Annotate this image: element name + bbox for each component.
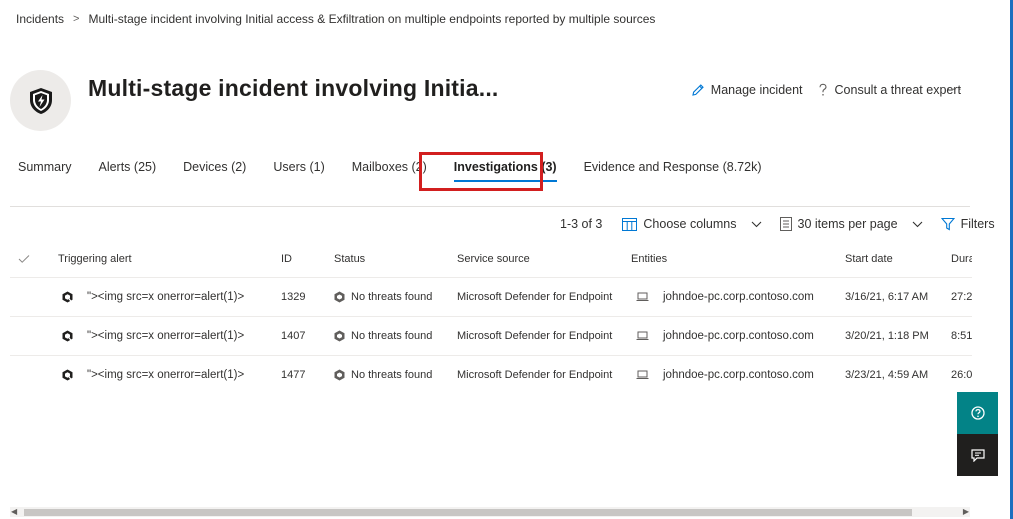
id-cell: 1477: [281, 369, 306, 381]
service-source-cell: Microsoft Defender for Endpoint: [457, 330, 613, 342]
start-date-cell: 3/20/21, 1:18 PM: [845, 330, 929, 342]
column-header-duration[interactable]: Dura: [951, 253, 972, 265]
status-text: No threats found: [351, 330, 433, 342]
laptop-icon: [636, 370, 649, 379]
page-title: Multi-stage incident involving Initia...: [88, 75, 499, 101]
triggering-alert-cell[interactable]: "><img src=x onerror=alert(1)>: [62, 291, 244, 303]
filters-label: Filters: [960, 217, 995, 231]
more-options-icon[interactable]: ···: [946, 80, 963, 96]
chat-icon: [970, 448, 985, 462]
help-button[interactable]: [957, 392, 998, 434]
breadcrumb: Incidents > Multi-stage incident involvi…: [16, 12, 655, 26]
items-per-page-button[interactable]: 30 items per page: [779, 217, 929, 231]
manage-incident-label: Manage incident: [710, 83, 803, 97]
header-actions: Manage incident Consult a threat expert: [677, 83, 961, 97]
column-header-triggering-alert[interactable]: Triggering alert: [58, 253, 132, 265]
start-date-cell: 3/16/21, 6:17 AM: [845, 291, 929, 303]
help-icon: [970, 406, 985, 420]
entities-cell[interactable]: johndoe-pc.corp.contoso.com: [636, 330, 814, 342]
tabs-divider: [10, 206, 970, 207]
tab-evidence-and-response[interactable]: Evidence and Response (8.72k): [584, 160, 762, 182]
scroll-left-icon[interactable]: ◀: [11, 507, 17, 516]
items-per-page-label: 30 items per page: [797, 217, 898, 231]
id-cell: 1407: [281, 330, 306, 342]
scroll-right-icon[interactable]: ▶: [963, 507, 969, 516]
entity-text: johndoe-pc.corp.contoso.com: [663, 330, 814, 342]
feedback-chat-button[interactable]: [957, 434, 998, 476]
entities-cell[interactable]: johndoe-pc.corp.contoso.com: [636, 291, 814, 303]
investigations-table: Triggering alert ID Status Service sourc…: [10, 240, 972, 394]
breadcrumb-current: Multi-stage incident involving Initial a…: [88, 12, 656, 26]
column-header-entities[interactable]: Entities: [631, 253, 667, 265]
laptop-icon: [636, 292, 649, 301]
status-hex-icon: [334, 330, 345, 342]
breadcrumb-incidents-link[interactable]: Incidents: [16, 12, 64, 26]
triggering-alert-cell[interactable]: "><img src=x onerror=alert(1)>: [62, 369, 244, 381]
id-cell: 1329: [281, 291, 306, 303]
checkmark-icon: [18, 254, 30, 263]
table-row[interactable]: "><img src=x onerror=alert(1)> 1477 No t…: [10, 356, 972, 394]
horizontal-scrollbar[interactable]: ◀ ▶: [10, 507, 970, 517]
result-count: 1-3 of 3: [560, 217, 603, 231]
question-icon: [818, 83, 827, 96]
investigation-hex-icon: [62, 369, 73, 381]
choose-columns-button[interactable]: Choose columns: [622, 217, 767, 231]
status-text: No threats found: [351, 291, 433, 303]
entity-text: johndoe-pc.corp.contoso.com: [663, 369, 814, 381]
triggering-alert-text: "><img src=x onerror=alert(1)>: [87, 330, 245, 342]
tab-summary[interactable]: Summary: [18, 160, 71, 182]
consult-threat-expert-button[interactable]: Consult a threat expert: [817, 83, 961, 97]
triggering-alert-cell[interactable]: "><img src=x onerror=alert(1)>: [62, 330, 244, 342]
status-text: No threats found: [351, 369, 433, 381]
service-source-cell: Microsoft Defender for Endpoint: [457, 291, 613, 303]
duration-cell: 26:0: [951, 369, 972, 381]
table-row[interactable]: "><img src=x onerror=alert(1)> 1329 No t…: [10, 278, 972, 317]
service-source-cell: Microsoft Defender for Endpoint: [457, 369, 613, 381]
investigation-hex-icon: [62, 330, 73, 342]
status-cell: No threats found: [334, 291, 432, 303]
select-all-checkbox[interactable]: [18, 254, 30, 263]
table-row[interactable]: "><img src=x onerror=alert(1)> 1407 No t…: [10, 317, 972, 356]
chevron-down-icon: [912, 221, 922, 227]
tab-mailboxes[interactable]: Mailboxes (2): [352, 160, 427, 182]
tab-alerts[interactable]: Alerts (25): [98, 160, 156, 182]
status-hex-icon: [334, 369, 345, 381]
column-header-status[interactable]: Status: [334, 253, 365, 265]
status-cell: No threats found: [334, 330, 432, 342]
entity-text: johndoe-pc.corp.contoso.com: [663, 291, 814, 303]
chevron-down-icon: [751, 221, 761, 227]
pencil-icon: [692, 84, 704, 96]
duration-cell: 8:51: [951, 330, 972, 342]
status-hex-icon: [334, 291, 345, 303]
investigations-tab-highlight: [419, 152, 543, 191]
entities-cell[interactable]: johndoe-pc.corp.contoso.com: [636, 369, 814, 381]
manage-incident-button[interactable]: Manage incident: [691, 83, 803, 97]
table-header-row: Triggering alert ID Status Service sourc…: [10, 240, 972, 278]
column-header-service-source[interactable]: Service source: [457, 253, 530, 265]
breadcrumb-chevron-icon: >: [73, 13, 80, 25]
scrollbar-thumb[interactable]: [24, 509, 912, 516]
status-cell: No threats found: [334, 369, 432, 381]
list-icon: [779, 217, 792, 231]
tab-users[interactable]: Users (1): [273, 160, 324, 182]
table-toolbar: 1-3 of 3 Choose columns 30 items per pag…: [560, 217, 1007, 231]
column-header-id[interactable]: ID: [281, 253, 292, 265]
duration-cell: 27:2: [951, 291, 972, 303]
column-header-start-date[interactable]: Start date: [845, 253, 893, 265]
incident-avatar: [10, 70, 71, 131]
columns-icon: [622, 217, 638, 231]
filters-button[interactable]: Filters: [940, 217, 995, 231]
investigation-hex-icon: [62, 291, 73, 303]
triggering-alert-text: "><img src=x onerror=alert(1)>: [87, 291, 245, 303]
choose-columns-label: Choose columns: [643, 217, 737, 231]
triggering-alert-text: "><img src=x onerror=alert(1)>: [87, 369, 245, 381]
consult-threat-expert-label: Consult a threat expert: [834, 83, 961, 97]
incident-tabs: Summary Alerts (25) Devices (2) Users (1…: [18, 160, 788, 182]
laptop-icon: [636, 331, 649, 340]
shield-bolt-icon: [29, 87, 52, 114]
tab-devices[interactable]: Devices (2): [183, 160, 246, 182]
filter-icon: [940, 217, 955, 231]
start-date-cell: 3/23/21, 4:59 AM: [845, 369, 929, 381]
